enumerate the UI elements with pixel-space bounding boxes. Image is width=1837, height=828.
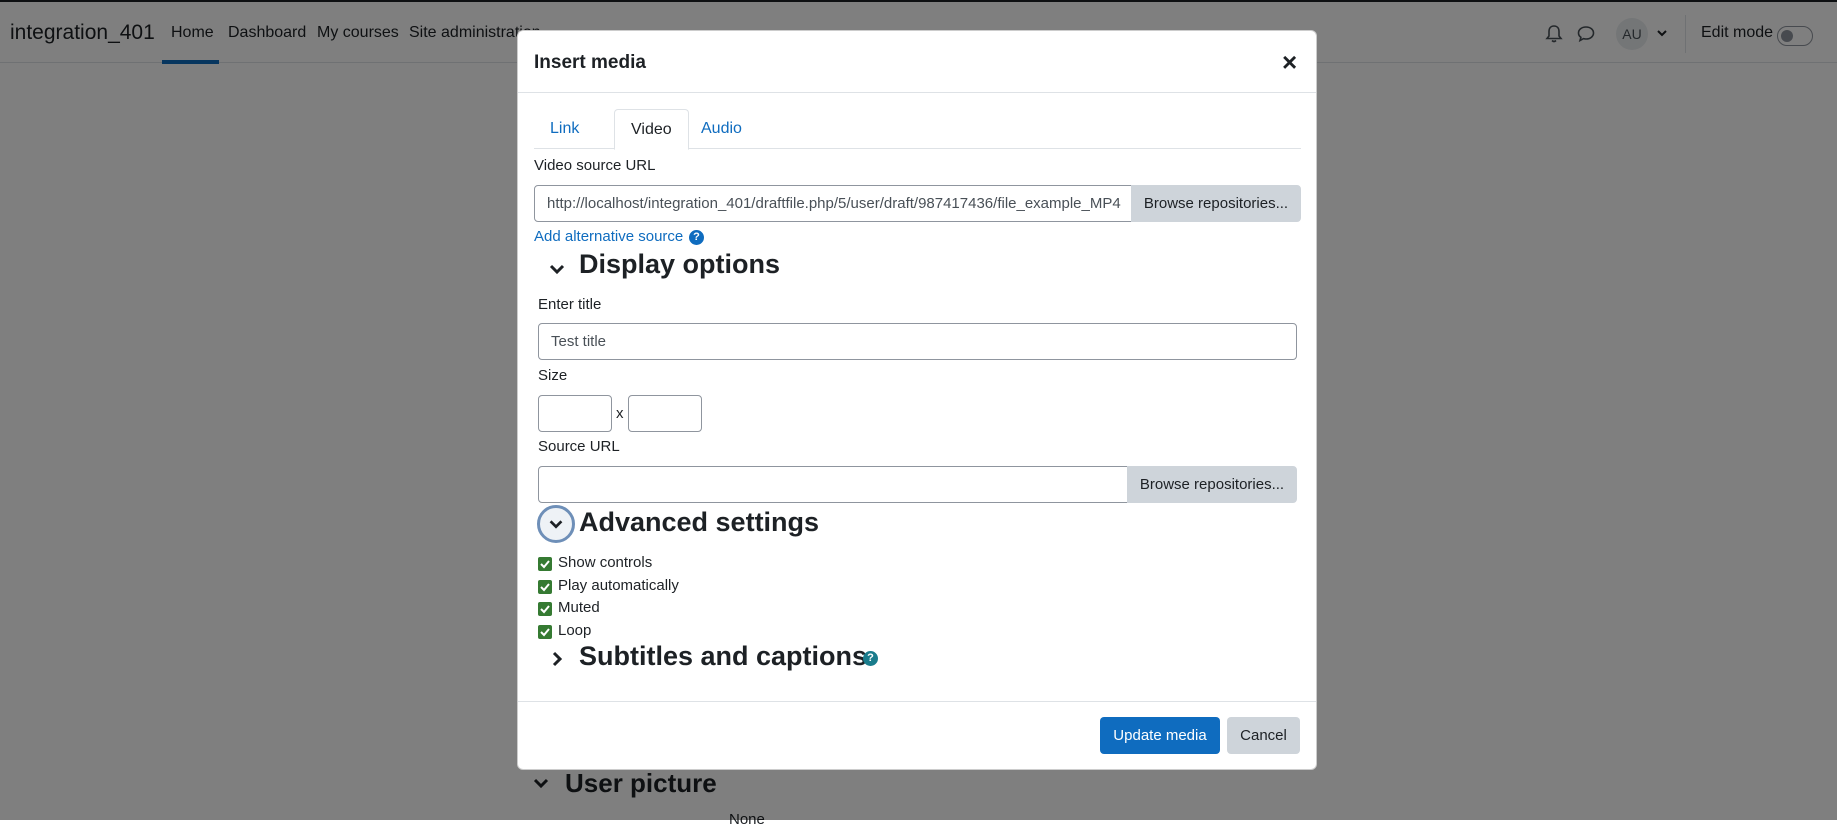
modal-title: Insert media — [534, 52, 646, 73]
source-url-input[interactable] — [538, 466, 1129, 503]
advanced-settings-toggle[interactable] — [537, 505, 575, 543]
advanced-settings-heading[interactable]: Advanced settings — [579, 507, 819, 538]
modal-footer: Update media Cancel — [518, 701, 1316, 769]
enter-title-label: Enter title — [538, 296, 602, 313]
loop-label: Loop — [558, 622, 592, 639]
subtitles-captions-heading[interactable]: Subtitles and captions — [579, 641, 867, 672]
close-icon[interactable]: × — [1282, 49, 1297, 75]
chevron-down-icon[interactable] — [547, 259, 567, 279]
cancel-button[interactable]: Cancel — [1227, 717, 1300, 754]
tab-video[interactable]: Video — [614, 109, 689, 150]
size-separator: x — [616, 405, 624, 422]
help-icon[interactable]: ? — [863, 651, 878, 666]
play-automatically-label: Play automatically — [558, 577, 679, 594]
tab-audio[interactable]: Audio — [685, 109, 758, 149]
check-icon — [540, 605, 550, 614]
chevron-down-icon — [549, 520, 563, 529]
show-controls-checkbox[interactable] — [538, 557, 552, 571]
display-options-heading[interactable]: Display options — [579, 249, 780, 280]
muted-checkbox[interactable] — [538, 602, 552, 616]
chevron-right-icon[interactable] — [547, 649, 567, 669]
check-icon — [540, 628, 550, 637]
height-input[interactable] — [628, 395, 702, 432]
add-alternative-source-link[interactable]: Add alternative source — [534, 228, 683, 245]
muted-label: Muted — [558, 599, 600, 616]
loop-checkbox[interactable] — [538, 625, 552, 639]
show-controls-label: Show controls — [558, 554, 653, 571]
video-browse-button[interactable]: Browse repositories... — [1131, 185, 1301, 222]
check-icon — [540, 560, 550, 569]
play-automatically-checkbox[interactable] — [538, 580, 552, 594]
update-media-button[interactable]: Update media — [1100, 717, 1220, 754]
video-source-label: Video source URL — [534, 157, 656, 174]
modal-header: Insert media × — [518, 31, 1316, 93]
check-icon — [540, 583, 550, 592]
video-source-input[interactable]: http://localhost/integration_401/draftfi… — [534, 185, 1132, 222]
tab-link[interactable]: Link — [534, 109, 595, 149]
insert-media-dialog: Insert media × Link Video Audio Video so… — [517, 30, 1317, 770]
media-tabs: Link Video Audio — [534, 109, 1301, 150]
title-input[interactable]: Test title — [538, 323, 1297, 360]
help-icon[interactable]: ? — [689, 230, 704, 245]
source-browse-button[interactable]: Browse repositories... — [1127, 466, 1297, 503]
width-input[interactable] — [538, 395, 612, 432]
source-url-label: Source URL — [538, 438, 620, 455]
size-label: Size — [538, 367, 568, 384]
